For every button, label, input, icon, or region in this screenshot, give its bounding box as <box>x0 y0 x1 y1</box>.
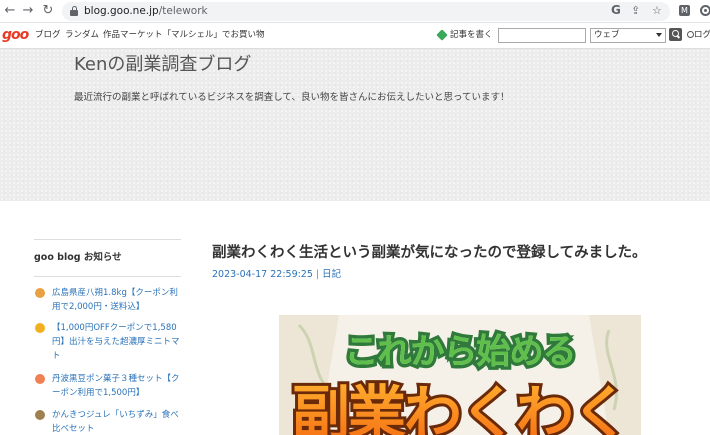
reload-icon[interactable]: ↻ <box>40 3 56 19</box>
pencil-icon[interactable] <box>436 29 448 41</box>
article-category-link[interactable]: 日記 <box>322 269 341 280</box>
sidebar-title: goo blog お知らせ <box>34 252 122 263</box>
url-path: /telework <box>158 5 208 17</box>
forward-arrow-icon[interactable]: → <box>20 3 36 19</box>
sidebar-divider <box>34 239 181 240</box>
search-scope-value: ウェブ <box>594 30 620 40</box>
nav-link-random[interactable]: ランダム <box>65 30 99 41</box>
address-bar[interactable]: blog.goo.ne.jp/telework <box>62 2 670 21</box>
article-datetime: 2023-04-17 22:59:25 <box>212 269 313 280</box>
browser-toolbar: ← → ↻ blog.goo.ne.jp/telework G ⇪ ☆ M <box>0 0 710 23</box>
share-icon[interactable]: ⇪ <box>631 4 640 18</box>
sidebar-divider <box>34 276 181 277</box>
search-scope-select[interactable]: ウェブ <box>590 28 666 43</box>
notice-link[interactable]: 丹波黒豆ポン菓子３種セット【クーポン利用で1,500円】 <box>52 372 180 400</box>
chevron-down-icon <box>656 33 662 37</box>
article-title[interactable]: 副業わくわく生活という副業が気になったので登録してみました。 <box>212 243 647 263</box>
nav-link-blog[interactable]: ブログ <box>35 30 61 41</box>
back-arrow-icon[interactable]: ← <box>2 3 18 19</box>
extension-m-icon[interactable]: M <box>679 5 690 16</box>
thumbnail-artwork: これから始める これから始める 副業わくわく <box>279 315 641 435</box>
sun-icon <box>35 323 45 333</box>
write-article-link[interactable]: 記事を書く <box>450 30 493 41</box>
user-icon[interactable] <box>687 31 694 38</box>
blog-title[interactable]: Kenの副業調査ブログ <box>74 53 251 77</box>
meta-separator: | <box>315 269 320 280</box>
login-link[interactable]: ログイ <box>694 30 710 41</box>
lock-icon <box>70 6 78 16</box>
goo-header: goo ブログ ランダム 作品マーケット「マルシェル」でお買い物 記事を書く ウ… <box>0 23 710 49</box>
google-icon[interactable]: G <box>611 3 621 17</box>
owl-icon <box>35 410 45 420</box>
dog-icon <box>35 288 45 298</box>
blog-description: 最近流行の副業と呼ばれているビジネスを調査して、良い物を皆さんにお伝えしたいと思… <box>74 92 510 103</box>
thumbnail-headline-1-fill: これから始める <box>345 332 576 372</box>
blog-banner: Kenの副業調査ブログ 最近流行の副業と呼ばれているビジネスを調査して、良い物を… <box>0 49 710 201</box>
url-host: blog.goo.ne.jp <box>84 5 159 17</box>
article-thumbnail: これから始める これから始める 副業わくわく <box>279 315 641 435</box>
nav-link-marche[interactable]: 作品マーケット「マルシェル」でお買い物 <box>103 30 265 41</box>
notice-link[interactable]: 【1,000円OFFクーポンで1,580円】出汁を与えた超濃厚ミニトマト <box>52 321 180 363</box>
notice-link[interactable]: 広島県産八朔1.8kg【クーポン利用で2,000円・送料込】 <box>52 286 180 314</box>
search-input[interactable] <box>498 28 586 43</box>
url-text: blog.goo.ne.jp/telework <box>84 4 208 19</box>
article-meta: 2023-04-17 22:59:25 | 日記 <box>212 268 341 281</box>
goo-logo[interactable]: goo <box>2 28 29 42</box>
notice-link[interactable]: かんきつジュレ「いちずみ」食べ比べセット <box>52 408 180 435</box>
search-button[interactable] <box>669 28 682 41</box>
star-icon[interactable]: ☆ <box>652 4 662 18</box>
thumbnail-headline-2: 副業わくわく <box>292 379 628 435</box>
flower-icon <box>35 374 45 384</box>
record-icon[interactable] <box>700 5 710 16</box>
